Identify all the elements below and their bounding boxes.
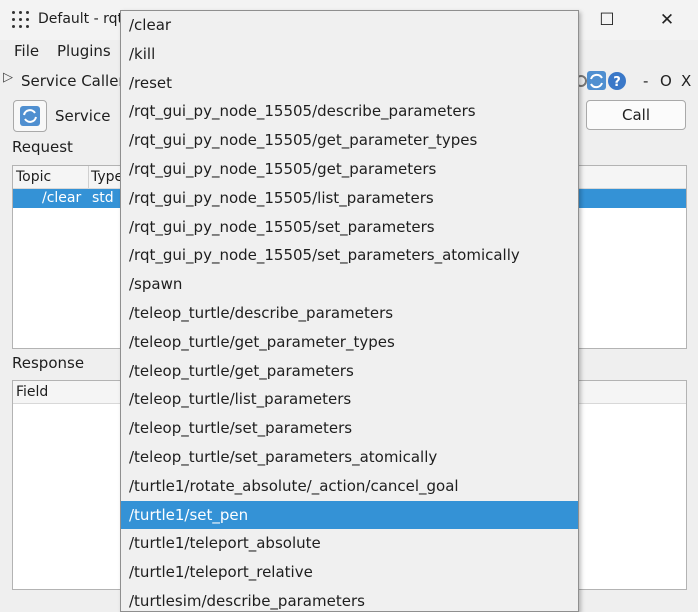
menu-plugins[interactable]: Plugins — [57, 42, 111, 60]
request-label: Request — [12, 138, 73, 156]
row-topic: /clear — [42, 190, 82, 206]
dropdown-option[interactable]: /rqt_gui_py_node_15505/set_parameters_at… — [121, 241, 578, 270]
help-icon: ? — [608, 72, 626, 90]
refresh-services-button[interactable] — [13, 100, 47, 132]
dropdown-option[interactable]: /rqt_gui_py_node_15505/describe_paramete… — [121, 97, 578, 126]
close-plugin-button[interactable]: X — [681, 72, 691, 90]
dropdown-option[interactable]: /turtle1/teleport_relative — [121, 558, 578, 587]
maximize-button[interactable]: ☐ — [592, 8, 622, 32]
plugin-control-icons[interactable]: ? — [575, 70, 628, 92]
response-label: Response — [12, 354, 85, 372]
column-header-topic[interactable]: Topic — [16, 169, 51, 185]
service-dropdown-list[interactable]: /clear/kill/reset/rqt_gui_py_node_15505/… — [120, 10, 579, 612]
dropdown-option[interactable]: /rqt_gui_py_node_15505/get_parameter_typ… — [121, 126, 578, 155]
dropdown-option[interactable]: /rqt_gui_py_node_15505/set_parameters — [121, 213, 578, 242]
close-icon: ✕ — [659, 10, 675, 30]
float-plugin-button[interactable]: O — [660, 72, 672, 90]
expand-arrow-icon[interactable]: ▷ — [3, 70, 13, 85]
menu-file[interactable]: File — [14, 42, 39, 60]
dropdown-option[interactable]: /turtle1/rotate_absolute/_action/cancel_… — [121, 472, 578, 501]
column-header-field[interactable]: Field — [16, 384, 48, 400]
dropdown-option[interactable]: /turtlesim/describe_parameters — [121, 587, 578, 611]
dropdown-option[interactable]: /teleop_turtle/set_parameters_atomically — [121, 443, 578, 472]
dropdown-option[interactable]: /clear — [121, 11, 578, 40]
call-button[interactable]: Call — [586, 100, 686, 130]
dropdown-option[interactable]: /turtle1/teleport_absolute — [121, 529, 578, 558]
service-label: Service — [55, 107, 111, 125]
dropdown-option[interactable]: /rqt_gui_py_node_15505/list_parameters — [121, 184, 578, 213]
dropdown-option[interactable]: /rqt_gui_py_node_15505/get_parameters — [121, 155, 578, 184]
dropdown-option[interactable]: /teleop_turtle/list_parameters — [121, 385, 578, 414]
maximize-icon: ☐ — [599, 10, 615, 30]
row-type: std — [92, 190, 114, 206]
reload-icon — [587, 71, 606, 90]
dropdown-option[interactable]: /teleop_turtle/get_parameters — [121, 357, 578, 386]
column-header-type[interactable]: Type — [91, 169, 123, 185]
dropdown-option[interactable]: /spawn — [121, 270, 578, 299]
svg-text:?: ? — [613, 75, 621, 90]
dropdown-option[interactable]: /reset — [121, 69, 578, 98]
window-title: Default - rqt — [38, 11, 123, 27]
dropdown-option[interactable]: /kill — [121, 40, 578, 69]
plugin-title: Service Caller — [21, 72, 125, 90]
dropdown-option[interactable]: /teleop_turtle/get_parameter_types — [121, 328, 578, 357]
minimize-plugin-button[interactable]: - — [643, 72, 648, 90]
refresh-icon — [20, 106, 40, 126]
dropdown-option[interactable]: /turtle1/set_pen — [121, 500, 578, 530]
close-button[interactable]: ✕ — [652, 8, 682, 32]
dropdown-option[interactable]: /teleop_turtle/set_parameters — [121, 414, 578, 443]
dropdown-option[interactable]: /teleop_turtle/describe_parameters — [121, 299, 578, 328]
app-grid-icon — [12, 11, 30, 29]
